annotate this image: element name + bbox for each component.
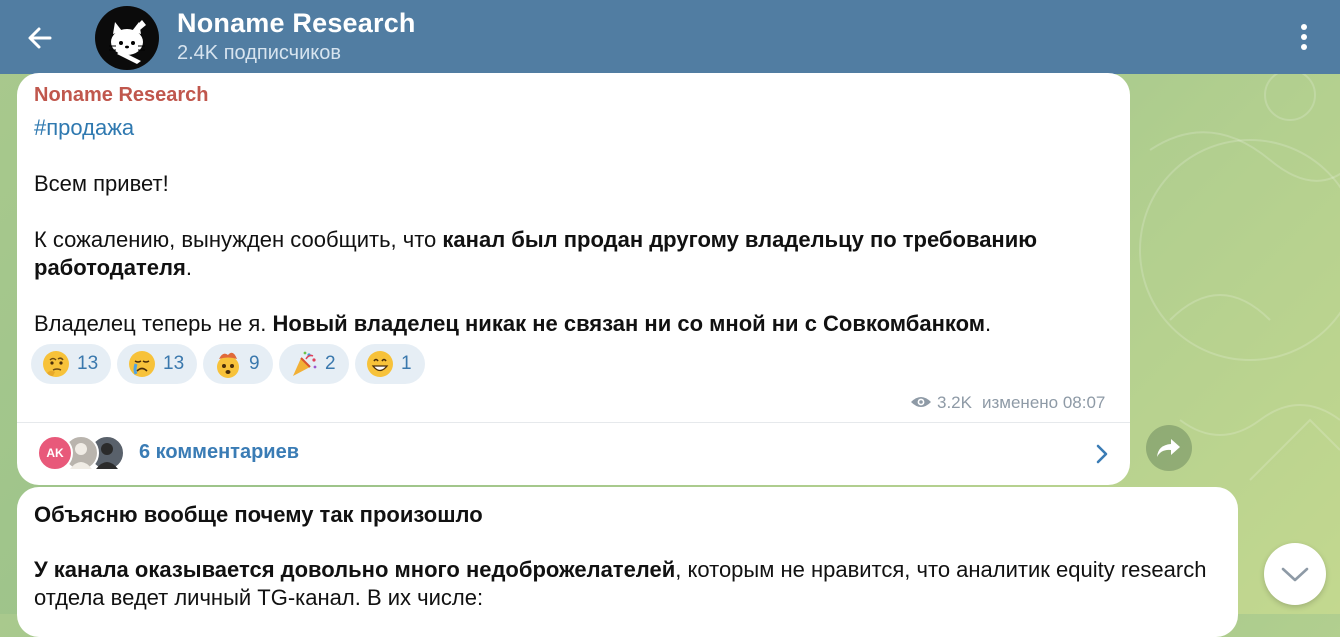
reaction-count: 9: [249, 353, 260, 374]
reaction-crying[interactable]: 13: [117, 344, 197, 384]
reaction-exploding-head[interactable]: 9: [203, 344, 273, 384]
hello-kitty-avatar-icon: [109, 20, 146, 64]
post-paragraph: У канала оказывается довольно много недо…: [34, 556, 1214, 612]
post-text: .: [185, 255, 192, 280]
post-text-bold: У канала оказывается довольно много недо…: [34, 557, 676, 582]
arrow-left-icon: [28, 27, 52, 49]
edited-timestamp: изменено 08:07: [982, 393, 1106, 412]
exploding-head-icon: [217, 352, 239, 378]
post-paragraph-owner: Владелец теперь не я. Новый владелец ник…: [34, 310, 1119, 338]
post-text: К сожалению, вынужден сообщить, что: [34, 227, 443, 252]
reaction-thinking[interactable]: 13: [31, 344, 111, 384]
chat-header: Noname Research 2.4K подписчиков: [0, 0, 1340, 74]
scroll-to-bottom-button[interactable]: [1264, 543, 1326, 605]
post-sender[interactable]: Noname Research: [34, 84, 209, 107]
post-text: .: [985, 311, 992, 336]
chevron-right-icon: [1096, 444, 1108, 464]
reaction-grinning[interactable]: 1: [355, 344, 425, 384]
chevron-down-icon: [1281, 567, 1309, 582]
share-button[interactable]: [1146, 425, 1192, 471]
post-paragraph-sale: К сожалению, вынужден сообщить, что кана…: [34, 226, 1119, 282]
reaction-count: 1: [401, 353, 412, 374]
reaction-count: 13: [77, 353, 99, 374]
channel-title[interactable]: Noname Research: [177, 8, 416, 39]
view-count: 3.2K: [937, 393, 972, 412]
channel-avatar[interactable]: [95, 6, 159, 70]
crying-face-icon: [129, 351, 155, 377]
more-menu-button[interactable]: [1290, 20, 1318, 54]
commenter-avatar-initials: AK: [37, 435, 73, 471]
views-eye-icon: [911, 397, 931, 407]
grinning-face-icon: [367, 351, 393, 377]
reaction-count: 13: [163, 353, 185, 374]
reaction-party[interactable]: 2: [279, 344, 349, 384]
more-vertical-icon: [1301, 24, 1307, 50]
comments-count-label: 6 комментариев: [139, 441, 300, 463]
post-text-bold: Новый владелец никак не связан ни со мно…: [272, 311, 985, 336]
post-meta: 3.2K изменено 08:07: [910, 391, 1115, 415]
comments-button[interactable]: AK 6 комментариев: [17, 423, 1130, 485]
party-popper-icon: [293, 351, 317, 376]
thinking-face-icon: [43, 351, 69, 377]
hashtag-link[interactable]: #продажа: [34, 114, 1119, 142]
post-first-line: Объясню вообще почему так произошло: [34, 502, 483, 527]
share-arrow-icon: [1157, 439, 1180, 457]
reaction-count: 2: [325, 353, 336, 374]
channel-post: Noname Research #продажа Всем привет! К …: [17, 73, 1130, 485]
subscriber-count: 2.4K подписчиков: [177, 42, 341, 64]
post-text: Владелец теперь не я.: [34, 311, 273, 336]
channel-post-next: Объясню вообще почему так произошло У ка…: [17, 487, 1238, 637]
post-greeting: Всем привет!: [34, 171, 169, 196]
back-button[interactable]: [20, 18, 60, 58]
